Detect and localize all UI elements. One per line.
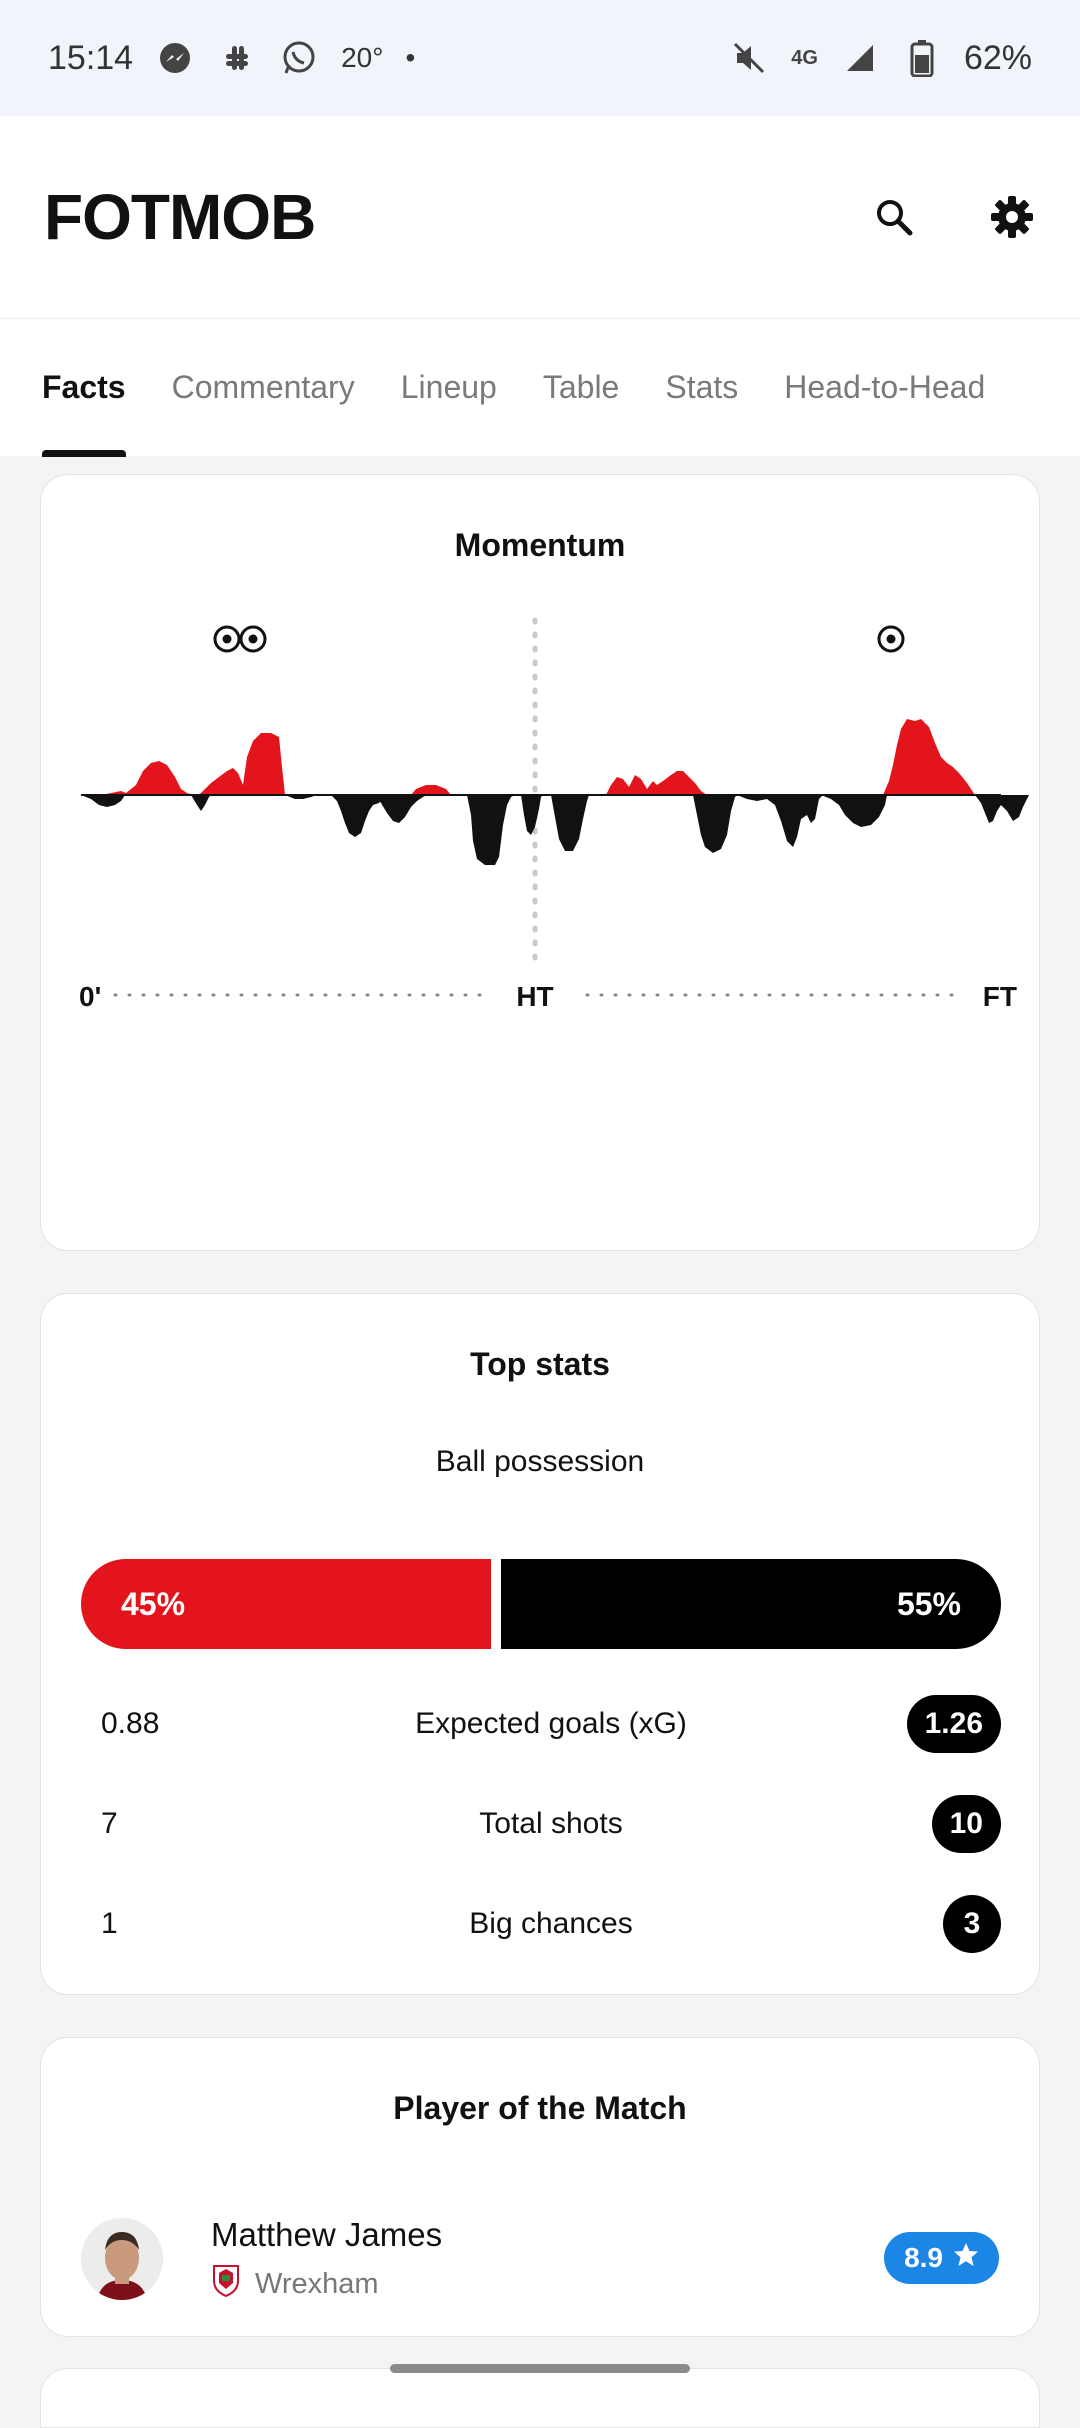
header-actions xyxy=(870,193,1036,241)
fotmob-logo[interactable]: FOTMOB xyxy=(44,180,316,254)
signal-icon xyxy=(840,38,880,78)
battery-percent: 62% xyxy=(963,38,1032,77)
battery-icon xyxy=(902,38,942,78)
stat-row-xg: 0.88 Expected goals (xG) 1.26 xyxy=(81,1694,1001,1754)
stat-away-value: 10 xyxy=(931,1795,1001,1853)
away-goal-markers xyxy=(877,625,905,653)
possession-label: Ball possession xyxy=(435,1445,645,1478)
network-type: 4G xyxy=(791,46,818,69)
tab-table[interactable]: Table xyxy=(543,319,620,457)
whatsapp-icon xyxy=(279,38,319,78)
search-icon[interactable] xyxy=(870,193,918,241)
tab-facts[interactable]: Facts xyxy=(42,319,126,457)
stat-label: Expected goals (xG) xyxy=(415,1707,687,1740)
star-icon xyxy=(953,2242,979,2275)
tab-commentary[interactable]: Commentary xyxy=(172,319,355,457)
status-right: 4G 62% xyxy=(729,38,1032,78)
possession-bar: 45% 55% xyxy=(81,1559,1001,1649)
momentum-card: Momentum 0' HT FT xyxy=(40,474,1040,1251)
status-left: 15:14 20° • xyxy=(48,38,415,78)
possession-home: 45% xyxy=(81,1559,491,1649)
home-momentum-area xyxy=(81,719,975,795)
messenger-icon xyxy=(155,38,195,78)
wrexham-crest-icon xyxy=(211,2263,241,2305)
tab-lineup[interactable]: Lineup xyxy=(401,319,497,457)
possession-away: 55% xyxy=(501,1559,1001,1649)
status-bar: 15:14 20° • 4G 62% xyxy=(0,0,1080,116)
player-name[interactable]: Matthew James xyxy=(211,2216,442,2254)
weather-temperature: 20° xyxy=(341,42,384,73)
top-stats-title: Top stats xyxy=(470,1346,610,1382)
player-team-name: Wrexham xyxy=(255,2267,379,2300)
axis-label-halftime: HT xyxy=(516,981,553,1012)
app-header: FOTMOB xyxy=(0,116,1080,318)
status-time: 15:14 xyxy=(48,38,134,77)
stat-away-value: 3 xyxy=(943,1895,1001,1953)
tab-stats[interactable]: Stats xyxy=(665,319,738,457)
stat-label: Total shots xyxy=(479,1807,623,1840)
player-of-the-match-card[interactable]: Player of the Match Matthew James Wrexha… xyxy=(40,2037,1040,2337)
stat-away-value: 1.26 xyxy=(906,1695,1001,1753)
stat-home-value: 1 xyxy=(101,1907,118,1940)
away-momentum-area xyxy=(81,795,1029,865)
top-stats-card: Top stats Ball possession 45% 55% 0.88 E… xyxy=(40,1293,1040,1995)
slack-icon xyxy=(217,38,257,78)
football-icon xyxy=(239,625,267,653)
stat-home-value: 0.88 xyxy=(101,1707,160,1740)
potm-title: Player of the Match xyxy=(393,2090,687,2126)
stat-row-total-shots: 7 Total shots 10 xyxy=(81,1794,1001,1854)
stat-row-big-chances: 1 Big chances 3 xyxy=(81,1894,1001,1954)
player-team: Wrexham xyxy=(211,2263,379,2305)
tab-head-to-head[interactable]: Head-to-Head xyxy=(784,319,985,457)
mute-icon xyxy=(729,38,769,78)
stat-home-value: 7 xyxy=(101,1807,118,1840)
axis-label-fulltime: FT xyxy=(983,981,1017,1012)
home-goal-markers xyxy=(213,625,267,653)
football-icon xyxy=(877,625,905,653)
settings-icon[interactable] xyxy=(988,193,1036,241)
momentum-chart: 0' HT FT xyxy=(79,617,1029,1012)
next-card-peek xyxy=(40,2368,1040,2428)
football-icon xyxy=(213,625,241,653)
avatar[interactable] xyxy=(81,2218,163,2300)
axis-label-start: 0' xyxy=(79,981,101,1012)
home-indicator[interactable] xyxy=(390,2364,690,2373)
stat-label: Big chances xyxy=(469,1907,633,1940)
match-tabs: Facts Commentary Lineup Table Stats Head… xyxy=(0,318,1080,457)
rating-value: 8.9 xyxy=(904,2242,943,2273)
rating-badge: 8.9 xyxy=(884,2232,999,2284)
notification-dot-icon: • xyxy=(405,42,416,73)
